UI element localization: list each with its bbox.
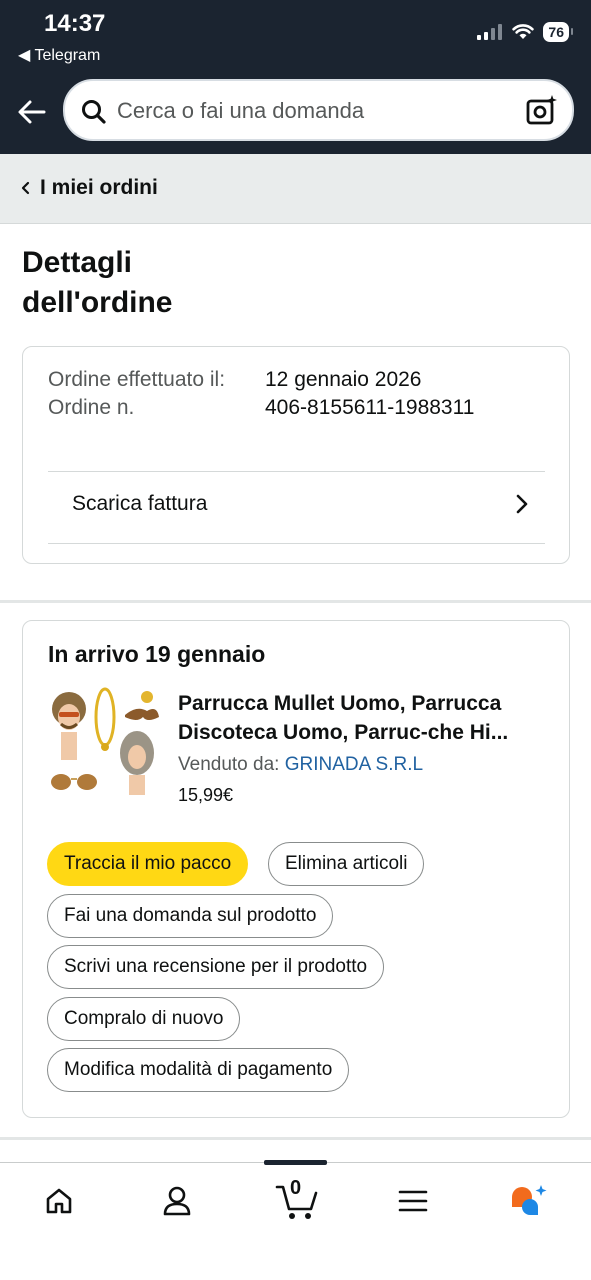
order-info-values: 12 gennaio 2026 406-8155611-1988311 — [265, 366, 474, 422]
cart-count: 0 — [290, 1177, 302, 1199]
user-icon — [163, 1186, 191, 1216]
product-title[interactable]: Parrucca Mullet Uomo, Parrucca Discoteca… — [178, 689, 548, 747]
product-image[interactable] — [49, 687, 159, 799]
order-number-value: 406-8155611-1988311 — [265, 396, 475, 419]
nav-rufus-assistant[interactable] — [508, 1181, 548, 1221]
chevron-right-icon — [516, 494, 528, 514]
status-bar: 14:37 ◀ Telegram 76 — [0, 0, 591, 72]
nav-account[interactable] — [157, 1181, 197, 1221]
search-bar[interactable] — [63, 79, 574, 141]
bottom-navigation: 0 — [0, 1160, 591, 1280]
seller-link[interactable]: GRINADA S.R.L — [285, 754, 423, 775]
write-review-button[interactable]: Scrivi una recensione per il prodotto — [47, 945, 385, 989]
divider — [48, 543, 545, 544]
download-invoice-label: Scarica fattura — [72, 492, 208, 515]
breadcrumb-label: I miei ordini — [40, 176, 158, 199]
breadcrumb-bar: I miei ordini — [0, 154, 591, 224]
home-icon — [46, 1188, 72, 1214]
status-indicators: 76 — [477, 22, 573, 42]
wifi-icon — [512, 24, 535, 39]
nav-home[interactable] — [39, 1181, 79, 1221]
download-invoice-row[interactable]: Scarica fattura — [48, 472, 545, 544]
product-title-line-2: Discoteca Uomo, Parruc-che Hi... — [178, 721, 509, 744]
signal-icon — [477, 24, 503, 40]
battery-indicator: 76 — [543, 22, 573, 42]
order-info-labels: Ordine effettuato il: Ordine n. — [48, 366, 248, 422]
product-title-line-1: Parrucca Mullet Uomo, Parrucca — [178, 692, 502, 715]
search-input[interactable] — [117, 96, 507, 126]
page-title: Dettagli dell'ordine — [22, 246, 173, 319]
section-separator — [0, 600, 591, 603]
order-number-label: Ordine n. — [48, 396, 135, 419]
search-icon — [82, 100, 106, 124]
buy-again-button[interactable]: Compralo di nuovo — [47, 997, 241, 1041]
app-header — [0, 72, 591, 154]
ask-question-button[interactable]: Fai una domanda sul prodotto — [47, 894, 334, 938]
rufus-assistant-icon — [512, 1185, 547, 1215]
order-date-label: Ordine effettuato il: — [48, 368, 226, 391]
nav-menu[interactable] — [393, 1181, 433, 1221]
breadcrumb-my-orders[interactable]: I miei ordini — [20, 176, 158, 200]
seller-prefix: Venduto da: — [178, 754, 285, 775]
shipment-card: In arrivo 19 gennaio Parrucca Mullet Uom… — [22, 620, 570, 1118]
active-tab-indicator — [264, 1160, 327, 1165]
order-info-card: Ordine effettuato il: Ordine n. 12 genna… — [22, 346, 570, 564]
status-time: 14:37 — [44, 10, 106, 37]
track-package-button[interactable]: Traccia il mio pacco — [47, 842, 249, 886]
order-date-value: 12 gennaio 2026 — [265, 368, 422, 391]
arrival-date: In arrivo 19 gennaio — [48, 641, 266, 667]
back-to-telegram-link[interactable]: ◀ Telegram — [18, 45, 100, 65]
back-arrow-icon[interactable] — [16, 96, 48, 128]
menu-icon — [398, 1190, 428, 1212]
delete-items-button[interactable]: Elimina articoli — [268, 842, 425, 886]
change-payment-button[interactable]: Modifica modalità di pagamento — [47, 1048, 350, 1092]
section-separator — [0, 1137, 591, 1140]
product-price: 15,99€ — [178, 785, 234, 805]
seller-info: Venduto da: GRINADA S.R.L — [178, 754, 423, 776]
camera-search-icon[interactable] — [526, 94, 558, 126]
chevron-left-icon — [21, 181, 30, 195]
